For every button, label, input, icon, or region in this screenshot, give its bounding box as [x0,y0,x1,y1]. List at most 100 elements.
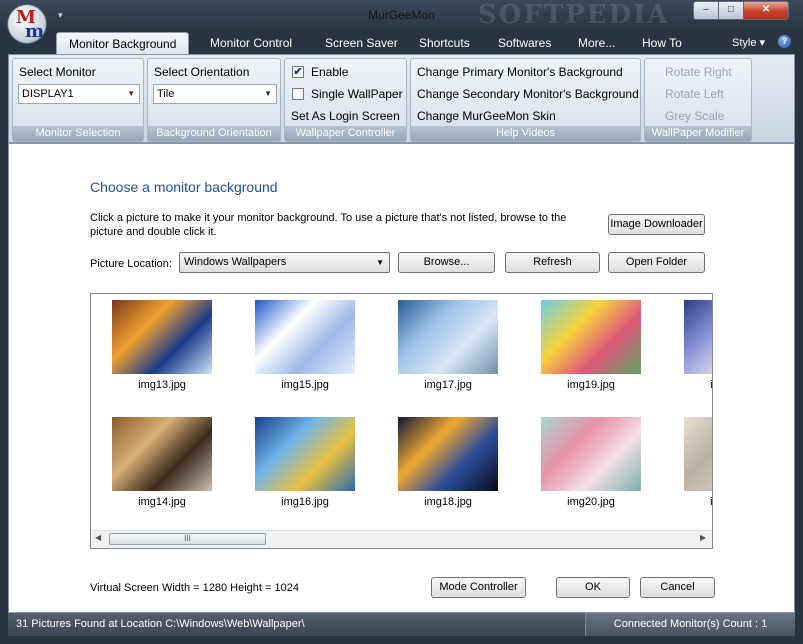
picture-location-label: Picture Location: [90,258,172,270]
thumbnail-caption: img16.jpg [281,496,329,508]
select-orientation-value: Tile [157,88,175,100]
thumbnail[interactable]: img19.jpg [541,300,641,391]
help-icon[interactable]: ? [778,35,791,48]
style-menu[interactable]: Style ▾ [732,36,765,49]
thumbnail-caption: img13.jpg [138,379,186,391]
rotate-right-button[interactable]: Rotate Right [665,65,732,79]
thumbnail-caption: img21.jpg [710,379,713,391]
select-monitor-dropdown[interactable]: DISPLAY1 ▼ [18,84,140,104]
window-title: MurGeeMon [368,8,435,22]
minimize-button[interactable]: – [693,1,719,20]
thumbnail-caption: img18.jpg [424,496,472,508]
thumbnail-caption: img20.jpg [567,496,615,508]
cancel-button[interactable]: Cancel [640,577,715,598]
scrollbar-thumb[interactable]: III [109,533,266,545]
help-primary-background-link[interactable]: Change Primary Monitor's Background [417,65,623,79]
logo-letter-m-small: m [25,21,45,42]
help-skin-link[interactable]: Change MurGeeMon Skin [417,109,556,123]
thumbnail[interactable]: img21.jpg [684,300,713,391]
mode-controller-button[interactable]: Mode Controller [431,577,526,598]
rotate-left-button[interactable]: Rotate Left [665,87,724,101]
virtual-screen-info: Virtual Screen Width = 1280 Height = 102… [90,582,299,594]
refresh-button[interactable]: Refresh [505,252,600,273]
thumbnail-image[interactable] [112,417,212,491]
thumbnail[interactable]: img15.jpg [255,300,355,391]
thumbnail-image[interactable] [112,300,212,374]
group-label: Monitor Selection [13,126,143,141]
open-folder-button[interactable]: Open Folder [608,252,705,273]
thumbnail-caption: img17.jpg [424,379,472,391]
enable-checkbox[interactable]: ✔ [292,66,304,78]
thumbnail[interactable]: img16.jpg [255,417,355,508]
group-monitor-selection: Select Monitor DISPLAY1 ▼ Monitor Select… [12,58,144,142]
maximize-button[interactable]: □ [718,1,744,20]
thumbnail[interactable]: img18.jpg [398,417,498,508]
status-bar: 31 Pictures Found at Location C:\Windows… [8,613,795,636]
thumbnail-image[interactable] [255,300,355,374]
group-wallpaper-controller: ✔ Enable Single WallPaper Set As Login S… [284,58,407,142]
close-button[interactable]: ✕ [743,1,789,20]
group-help-videos: Change Primary Monitor's Background Chan… [410,58,641,142]
instructions-text: Click a picture to make it your monitor … [90,212,567,238]
main-content: Choose a monitor background Click a pict… [8,143,795,613]
status-pictures-found: 31 Pictures Found at Location C:\Windows… [16,618,305,630]
thumbnail[interactable]: img13.jpg [112,300,212,391]
chevron-down-icon: ▼ [264,89,272,98]
picture-location-dropdown[interactable]: Windows Wallpapers ▼ [179,252,390,273]
enable-label[interactable]: Enable [311,65,348,79]
select-orientation-dropdown[interactable]: Tile ▼ [153,84,277,104]
thumbnail-image[interactable] [255,417,355,491]
image-downloader-button[interactable]: Image Downloader [608,214,705,235]
tab-how-to[interactable]: How To [642,36,682,50]
thumbnail-caption: img22.jpg [710,496,713,508]
select-monitor-label: Select Monitor [19,65,96,79]
tab-monitor-control[interactable]: Monitor Control [210,36,292,50]
picture-gallery[interactable]: img22.jpg img20.jpg img18.jpg img16.jpg img1… [90,293,713,549]
select-orientation-label: Select Orientation [154,65,250,79]
group-background-orientation: Select Orientation Tile ▼ Background Ori… [147,58,281,142]
thumbnail-caption: img15.jpg [281,379,329,391]
horizontal-scrollbar[interactable]: ◀ III ▶ [91,530,712,548]
group-label: Help Videos [411,126,640,141]
thumbnail-image[interactable] [684,300,712,374]
thumbnail-caption: img14.jpg [138,496,186,508]
status-monitor-count: Connected Monitor(s) Count : 1 [585,613,795,636]
grey-scale-button[interactable]: Grey Scale [665,109,724,123]
ok-button[interactable]: OK [556,577,630,598]
chevron-down-icon: ▼ [376,258,384,267]
scroll-left-icon[interactable]: ◀ [95,533,101,542]
thumbnail-image[interactable] [398,300,498,374]
thumbnail[interactable]: img17.jpg [398,300,498,391]
help-secondary-background-link[interactable]: Change Secondary Monitor's Background [417,87,639,101]
tab-shortcuts[interactable]: Shortcuts [419,36,470,50]
title-bar: SOFTPEDIA ▾ MurGeeMon – □ ✕ [0,0,803,30]
set-login-screen-link[interactable]: Set As Login Screen [291,109,400,123]
app-window: SOFTPEDIA ▾ MurGeeMon – □ ✕ M m Monitor … [0,0,803,644]
group-wallpaper-modifier: Rotate Right Rotate Left Grey Scale Wall… [644,58,752,142]
thumbnail-image[interactable] [398,417,498,491]
group-label: Wallpaper Controller [285,126,406,141]
thumbnail[interactable]: img20.jpg [541,417,641,508]
tab-softwares[interactable]: Softwares [498,36,551,50]
tab-screen-saver[interactable]: Screen Saver [325,36,398,50]
thumbnail[interactable]: img22.jpg [684,417,713,508]
scroll-right-icon[interactable]: ▶ [700,533,706,542]
thumbnail-image[interactable] [684,417,712,491]
select-monitor-value: DISPLAY1 [22,88,74,100]
page-title: Choose a monitor background [90,179,278,195]
thumbnail[interactable]: img14.jpg [112,417,212,508]
ribbon-panel: Select Monitor DISPLAY1 ▼ Monitor Select… [8,54,795,143]
tab-more[interactable]: More... [578,36,615,50]
chevron-down-icon: ▼ [127,89,135,98]
browse-button[interactable]: Browse... [398,252,495,273]
app-logo[interactable]: M m [8,5,46,43]
single-wallpaper-checkbox[interactable] [292,88,304,100]
tab-monitor-background[interactable]: Monitor Background [56,32,190,55]
thumbnail-caption: img19.jpg [567,379,615,391]
single-wallpaper-label[interactable]: Single WallPaper [311,87,403,101]
thumbnail-image[interactable] [541,300,641,374]
ribbon-tabs: Monitor Background Monitor Control Scree… [0,30,803,55]
thumbnail-image[interactable] [541,417,641,491]
group-label: WallPaper Modifier [645,126,751,141]
group-label: Background Orientation [148,126,280,141]
